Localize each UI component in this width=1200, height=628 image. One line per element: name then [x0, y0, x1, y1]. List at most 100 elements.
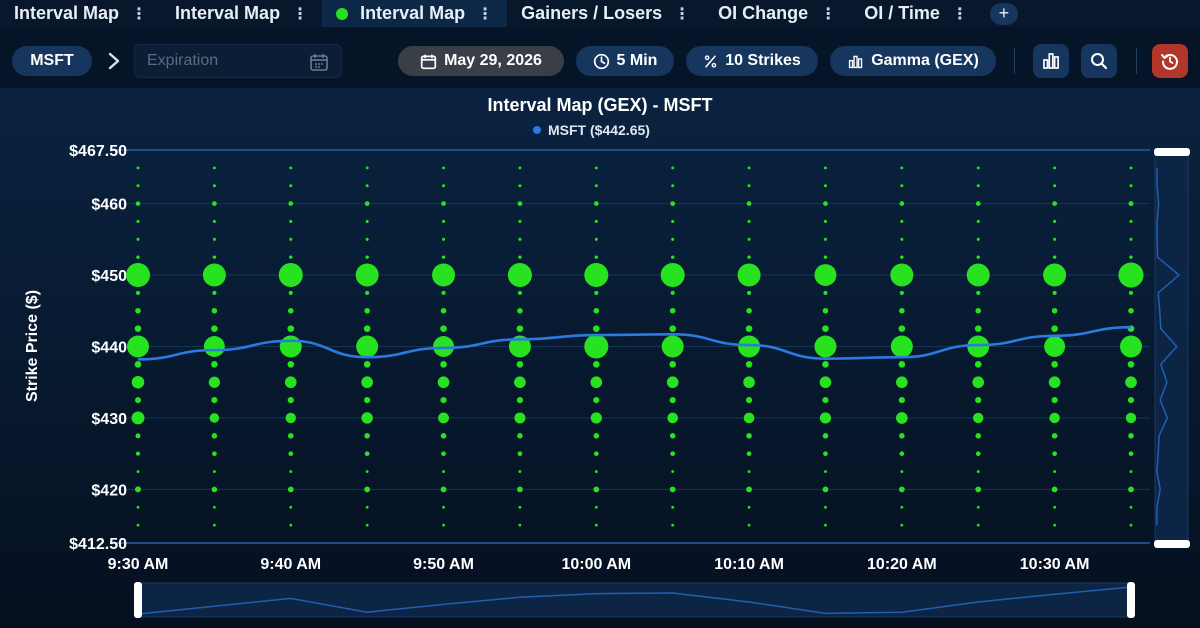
gex-bubble	[289, 470, 293, 473]
gex-bubble	[135, 451, 141, 456]
gex-bubble	[671, 184, 675, 188]
tab-menu-icon[interactable]: ⋮	[292, 4, 308, 24]
gex-bubble	[442, 166, 445, 170]
gex-bubble	[823, 237, 827, 241]
horizontal-slider-right-handle[interactable]	[1127, 582, 1135, 618]
gex-bubble	[136, 166, 140, 170]
gex-bubble	[288, 290, 293, 295]
tab-interval-item-1[interactable]: Interval Map ⋮	[161, 0, 322, 27]
interval-pill[interactable]: 5 Min	[576, 46, 674, 76]
gex-bubble	[747, 184, 751, 188]
tab-interval-item-0[interactable]: Interval Map ⋮	[0, 0, 161, 27]
metric-pill[interactable]: Gamma (GEX)	[830, 46, 996, 76]
tab-interval-item-2[interactable]: Interval Map ⋮	[322, 0, 508, 27]
symbol-pill[interactable]: MSFT	[12, 46, 92, 76]
gex-bubble	[975, 396, 982, 404]
zoom-search-button[interactable]	[1081, 44, 1117, 78]
gex-bubble	[747, 166, 751, 170]
legend-label[interactable]: MSFT ($442.65)	[548, 122, 650, 138]
gex-bubble	[1128, 451, 1134, 457]
add-tab-button[interactable]: +	[989, 2, 1018, 25]
tab-interval-item-3[interactable]: Gainers / Losers ⋮	[507, 0, 704, 27]
gex-bubble	[202, 263, 226, 287]
horizontal-range-slider[interactable]	[134, 582, 1135, 618]
gex-bubble	[584, 263, 609, 288]
gex-bubble	[660, 263, 685, 288]
horizontal-slider-left-handle[interactable]	[134, 582, 142, 618]
date-pill[interactable]: May 29, 2026	[398, 46, 564, 76]
gex-bubble	[747, 290, 752, 295]
gex-bubble	[136, 184, 140, 188]
gex-bubble	[441, 255, 446, 259]
gex-bubble	[289, 166, 293, 170]
vertical-slider-bottom-handle[interactable]	[1154, 540, 1190, 548]
gex-bubble	[518, 470, 522, 473]
tab-menu-icon[interactable]: ⋮	[477, 4, 493, 24]
gex-bubble	[212, 219, 216, 223]
chart-background	[0, 88, 1200, 628]
gex-bubble	[976, 255, 980, 259]
gex-bubble	[365, 255, 369, 259]
gex-bubble	[593, 451, 599, 457]
gex-bubble	[514, 412, 526, 424]
gex-bubble	[823, 184, 827, 188]
gex-bubble	[823, 255, 828, 259]
gex-bubble	[890, 263, 914, 287]
calendar-icon	[420, 54, 437, 69]
gex-bubble	[135, 201, 141, 206]
gex-bubble	[287, 361, 295, 368]
tab-menu-icon[interactable]: ⋮	[674, 4, 690, 24]
strikes-pill[interactable]: 10 Strikes	[686, 46, 818, 76]
gex-bubble	[896, 412, 908, 424]
tab-menu-icon[interactable]: ⋮	[820, 4, 836, 24]
gex-bubble	[746, 433, 752, 439]
reset-button[interactable]	[1152, 44, 1188, 78]
gex-bubble	[437, 376, 450, 389]
tab-menu-icon[interactable]: ⋮	[952, 4, 968, 24]
gex-bubble	[593, 201, 599, 206]
gex-bubble	[518, 523, 522, 527]
chart-title: Interval Map (GEX) - MSFT	[487, 95, 712, 115]
gex-bubble	[898, 361, 906, 368]
gex-bubble	[899, 451, 905, 457]
gex-bubble	[1128, 433, 1134, 439]
gex-bubble	[356, 335, 379, 358]
gex-bubble	[1128, 201, 1134, 207]
chart-type-button[interactable]	[1033, 44, 1069, 78]
x-tick-label: 9:30 AM	[108, 556, 169, 573]
interval-label: 5 Min	[616, 52, 658, 69]
gex-bubble	[365, 184, 369, 188]
gex-bubble	[745, 396, 753, 404]
gex-bubble	[438, 412, 449, 424]
gex-bubble	[747, 523, 751, 527]
gex-bubble	[822, 396, 829, 404]
x-tick-label: 9:50 AM	[413, 556, 474, 573]
gex-bubble	[1128, 486, 1134, 493]
gex-bubble	[594, 237, 598, 241]
gex-bubble	[517, 486, 523, 493]
calendar-icon[interactable]	[309, 52, 329, 72]
gex-bubble	[1052, 290, 1057, 295]
gex-bubble	[1129, 184, 1133, 188]
gex-bubble	[1118, 262, 1144, 288]
gex-bubble	[363, 361, 371, 368]
gex-bubble	[745, 325, 753, 332]
tab-interval-item-5[interactable]: OI / Time ⋮	[850, 0, 982, 27]
gex-bubble	[1129, 470, 1133, 473]
tab-menu-icon[interactable]: ⋮	[131, 4, 147, 24]
gex-bubble	[594, 505, 598, 509]
expiration-placeholder: Expiration	[147, 52, 219, 69]
gex-bubble	[747, 255, 751, 259]
gex-bubble	[136, 523, 140, 527]
tab-interval-item-4[interactable]: OI Change ⋮	[704, 0, 850, 27]
gex-bubble	[441, 201, 446, 206]
gex-bubble	[135, 307, 141, 314]
gex-bubble	[822, 486, 829, 493]
expiration-input[interactable]: Expiration	[134, 44, 342, 78]
vertical-slider-top-handle[interactable]	[1154, 148, 1190, 156]
gex-bubble	[898, 325, 906, 332]
gex-bubble	[212, 201, 217, 206]
gex-bubble	[364, 396, 371, 404]
gex-bubble	[976, 290, 981, 295]
vertical-range-slider[interactable]	[1154, 148, 1190, 548]
